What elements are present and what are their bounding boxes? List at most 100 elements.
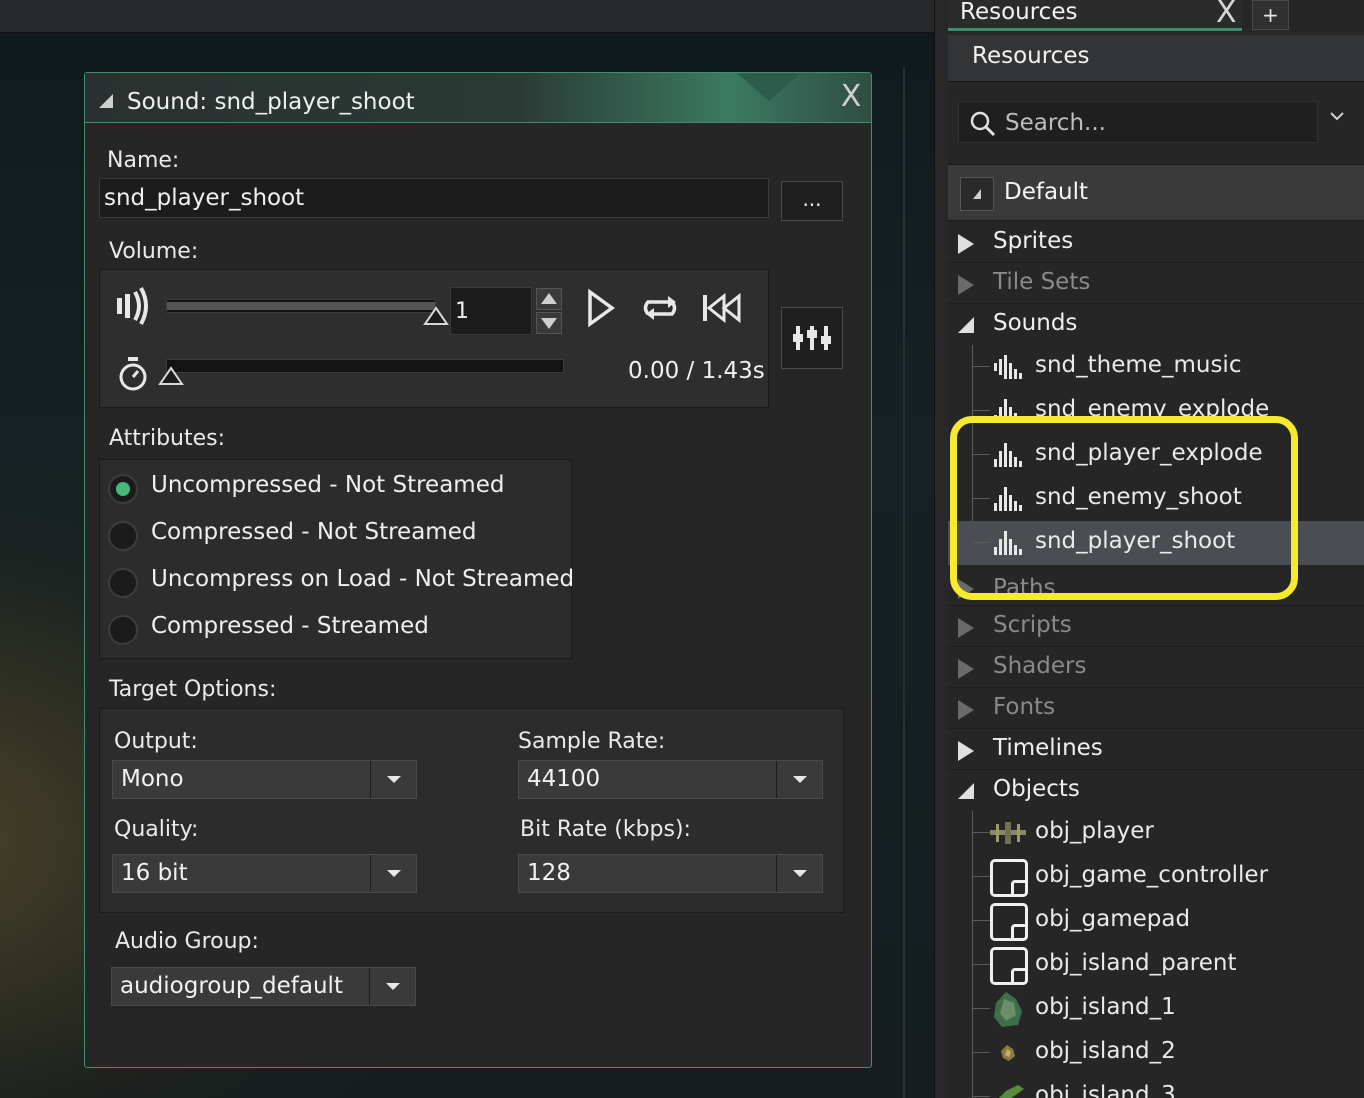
stopwatch-icon	[119, 357, 147, 391]
expand-arrow-icon[interactable]	[958, 275, 974, 295]
volume-input[interactable]	[450, 287, 532, 335]
dock-splitter[interactable]	[934, 0, 948, 1098]
title-notch-decoration	[737, 73, 801, 101]
collapse-arrow-icon[interactable]	[958, 783, 974, 799]
target-options-panel: Output: Mono Sample Rate: 44100 Quality:…	[99, 708, 844, 913]
speaker-icon	[117, 287, 148, 325]
rewind-icon[interactable]	[700, 290, 746, 326]
tree-item-label: snd_player_shoot	[1035, 528, 1236, 554]
expand-arrow-icon[interactable]	[958, 579, 974, 599]
chevron-down-icon[interactable]	[776, 761, 822, 798]
name-label: Name:	[107, 148, 180, 173]
chevron-down-icon[interactable]	[369, 968, 415, 1005]
tree-item-object[interactable]: obj_island_3	[948, 1075, 1364, 1098]
tree-item-object[interactable]: obj_game_controller	[948, 855, 1364, 899]
expand-arrow-icon[interactable]	[958, 741, 974, 761]
volume-increment-button[interactable]	[536, 288, 562, 310]
volume-slider[interactable]	[166, 299, 436, 313]
tree-group-objects[interactable]: Objects	[948, 770, 1364, 811]
tree-group-shaders[interactable]: Shaders	[948, 647, 1364, 688]
tree-branch-line	[972, 498, 990, 499]
tree-group-timelines[interactable]: Timelines	[948, 729, 1364, 770]
attribute-option[interactable]: Compressed - Not Streamed	[108, 517, 568, 555]
resources-tab[interactable]: Resources X	[948, 0, 1242, 31]
tree-group-label: Timelines	[993, 735, 1103, 761]
tree-item-object[interactable]: obj_island_parent	[948, 943, 1364, 987]
tree-group-paths[interactable]: Paths	[948, 565, 1364, 606]
tree-item-label: snd_theme_music	[1035, 352, 1242, 378]
attribute-option[interactable]: Compressed - Streamed	[108, 611, 568, 649]
tree-item-object[interactable]: obj_player	[948, 811, 1364, 855]
quality-select[interactable]: 16 bit	[112, 854, 417, 893]
tree-item-label: snd_player_explode	[1035, 440, 1263, 466]
audio-group-label: Audio Group:	[115, 929, 259, 954]
chevron-down-icon[interactable]	[776, 855, 822, 892]
attribute-option[interactable]: Uncompressed - Not Streamed	[108, 470, 568, 508]
tree-branch-line	[972, 1052, 990, 1053]
radio-button[interactable]	[108, 568, 138, 598]
output-label: Output:	[114, 729, 198, 754]
sound-icon	[994, 355, 1024, 379]
tree-group-sprites[interactable]: Sprites	[948, 222, 1364, 263]
group-options-button[interactable]	[960, 177, 994, 211]
resource-search[interactable]	[958, 101, 1318, 143]
name-input[interactable]	[99, 178, 769, 218]
close-icon[interactable]: X	[839, 82, 863, 112]
radio-button[interactable]	[108, 615, 138, 645]
resources-panel: Resources X + Resources Default Sprites …	[948, 0, 1364, 1098]
volume-panel: 0.00 / 1.43s	[99, 269, 769, 408]
tree-group-fonts[interactable]: Fonts	[948, 688, 1364, 729]
tree-item-label: obj_gamepad	[1035, 906, 1191, 932]
volume-slider-thumb[interactable]	[423, 306, 449, 326]
tree-group-tile-sets[interactable]: Tile Sets	[948, 263, 1364, 304]
tree-group-scripts[interactable]: Scripts	[948, 606, 1364, 647]
search-input[interactable]	[1005, 108, 1305, 138]
tree-item-sound[interactable]: snd_enemy_explode	[948, 389, 1364, 419]
chevron-down-icon[interactable]	[1328, 110, 1346, 122]
mixer-button[interactable]	[781, 307, 843, 369]
tree-item-object[interactable]: obj_gamepad	[948, 899, 1364, 943]
playback-position-slider[interactable]	[166, 359, 564, 373]
tree-branch-line	[972, 366, 990, 367]
collapse-arrow-icon[interactable]	[958, 317, 974, 333]
sound-editor-window: Sound: snd_player_shoot X Name: ... Volu…	[84, 72, 872, 1068]
tree-item-object[interactable]: obj_island_2	[948, 1031, 1364, 1075]
sound-editor-titlebar[interactable]: Sound: snd_player_shoot X	[85, 73, 871, 123]
tree-item-sound[interactable]: snd_enemy_shoot	[948, 477, 1364, 521]
tree-item-sound[interactable]: snd_theme_music	[948, 345, 1364, 389]
add-tab-button[interactable]: +	[1252, 0, 1289, 30]
volume-decrement-button[interactable]	[536, 312, 562, 334]
sound-icon	[994, 443, 1024, 467]
browse-button[interactable]: ...	[781, 181, 843, 221]
tree-item-label: snd_enemy_shoot	[1035, 484, 1242, 510]
expand-arrow-icon[interactable]	[958, 234, 974, 254]
expand-arrow-icon[interactable]	[958, 659, 974, 679]
expand-arrow-icon[interactable]	[958, 618, 974, 638]
output-select[interactable]: Mono	[112, 760, 417, 799]
audio-group-select[interactable]: audiogroup_default	[111, 967, 416, 1006]
close-icon[interactable]: X	[1216, 0, 1237, 30]
play-icon[interactable]	[584, 288, 616, 328]
sound-icon	[994, 399, 1024, 419]
expand-arrow-icon[interactable]	[958, 700, 974, 720]
tree-branch-line	[972, 454, 990, 455]
quality-select-value: 16 bit	[121, 860, 188, 886]
radio-button[interactable]	[108, 521, 138, 551]
attribute-option[interactable]: Uncompress on Load - Not Streamed	[108, 564, 574, 602]
tree-group-sounds[interactable]: Sounds	[948, 304, 1364, 345]
sample-rate-select[interactable]: 44100	[518, 760, 823, 799]
collapse-icon[interactable]	[99, 94, 113, 108]
tree-item-sound[interactable]: snd_player_explode	[948, 433, 1364, 477]
attribute-option-label: Compressed - Streamed	[151, 613, 429, 639]
tree-branch-line	[972, 876, 990, 877]
chevron-down-icon[interactable]	[370, 855, 416, 892]
tree-group-label: Sprites	[993, 228, 1074, 254]
chevron-down-icon[interactable]	[370, 761, 416, 798]
tree-item-sound-selected[interactable]: snd_player_shoot	[948, 521, 1364, 565]
radio-button-selected[interactable]	[108, 474, 138, 504]
tree-item-object[interactable]: obj_island_1	[948, 987, 1364, 1031]
loop-icon[interactable]	[640, 290, 680, 326]
tree-branch-line	[972, 410, 990, 411]
bit-rate-select[interactable]: 128	[518, 854, 823, 893]
playback-position-thumb[interactable]	[158, 366, 184, 386]
